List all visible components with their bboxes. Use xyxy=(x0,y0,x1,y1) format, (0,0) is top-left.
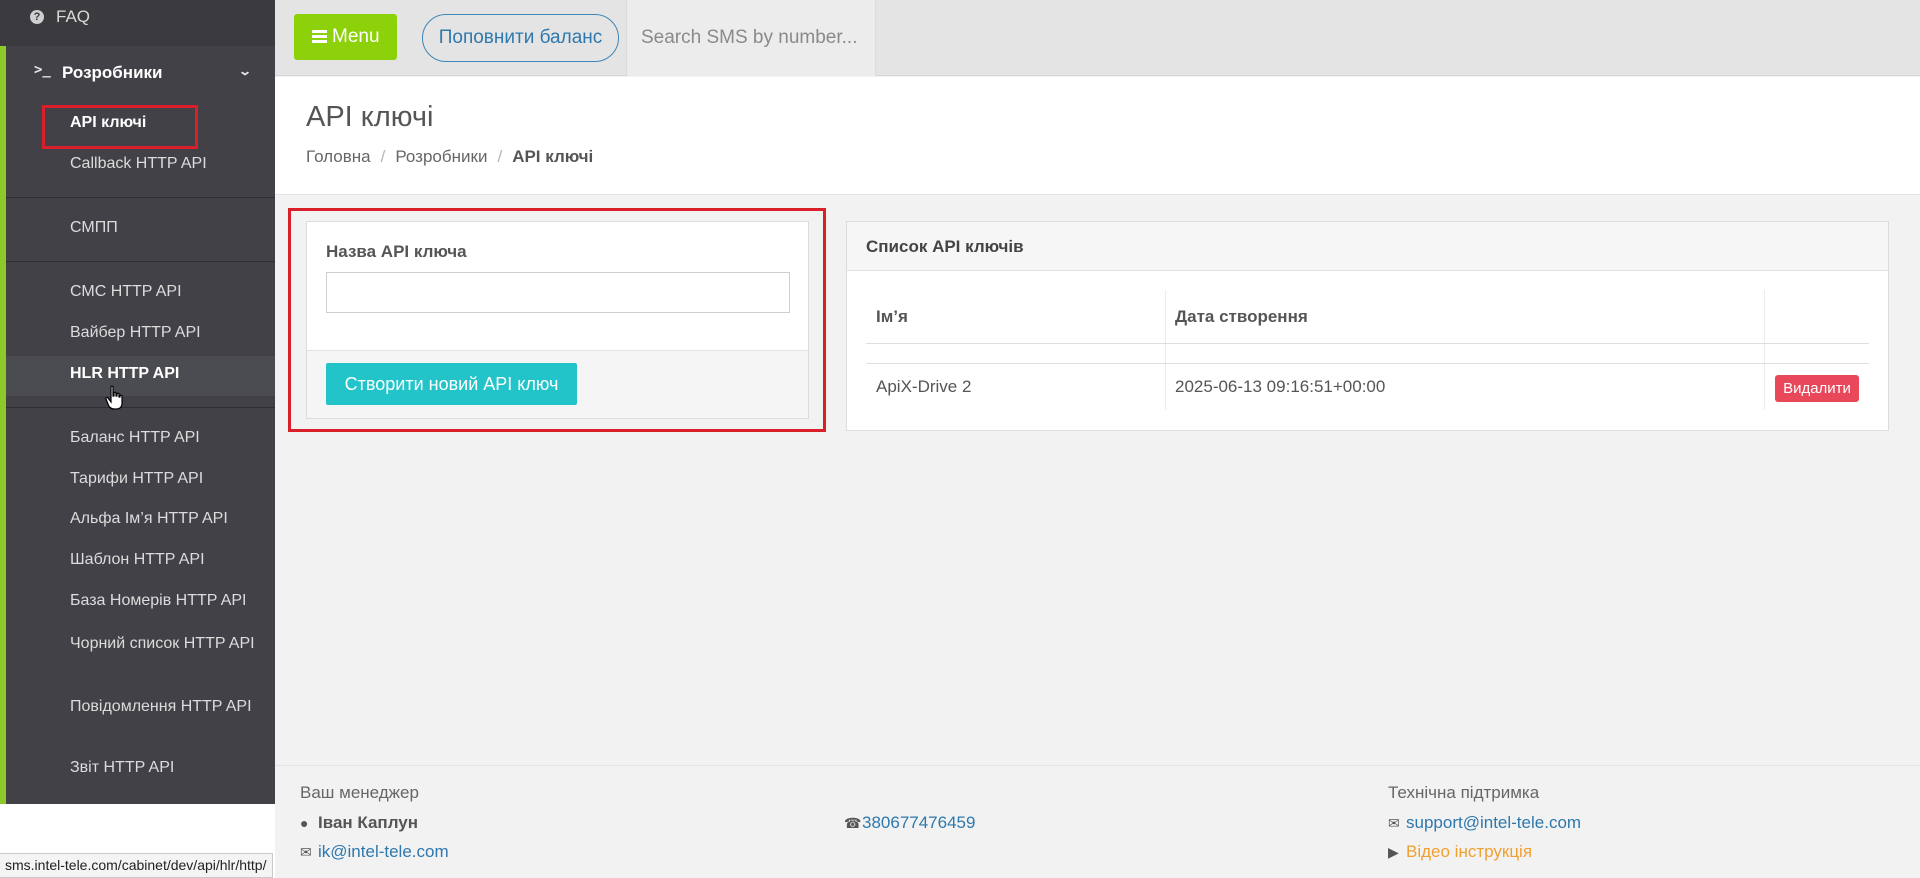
api-key-name-label: Назва API ключа xyxy=(326,242,467,261)
table-cell-created: 2025-06-13 09:16:51+00:00 xyxy=(1175,377,1386,396)
phone-icon: ☎ xyxy=(844,815,862,831)
video-row: ▶ Відео інструкція xyxy=(1388,842,1532,862)
support-email-row: ✉ support@intel-tele.com xyxy=(1388,813,1581,833)
create-api-key-panel: Назва API ключа Створити новий API ключ xyxy=(306,221,809,419)
top-up-balance-button[interactable]: Поповнити баланс xyxy=(422,14,619,62)
breadcrumb: Головна / Розробники / API ключі xyxy=(306,147,593,167)
hand-cursor-icon xyxy=(105,385,123,410)
table-row-border xyxy=(866,363,1869,364)
sidebar-item-faq[interactable]: ? FAQ xyxy=(0,0,275,40)
breadcrumb-current: API ключі xyxy=(512,147,594,166)
page-header: API ключі Головна / Розробники / API ключі xyxy=(275,77,1920,195)
sidebar-item-callback-http-api[interactable]: Callback HTTP API xyxy=(6,146,275,186)
chevron-down-icon: ⌄ xyxy=(237,64,253,78)
sms-search xyxy=(626,0,876,76)
api-keys-list-panel: Список API ключів Ім’я Дата створення Ap… xyxy=(846,221,1889,431)
sidebar-item-number-base-http-api[interactable]: База Номерів HTTP API xyxy=(6,583,275,623)
envelope-icon: ✉ xyxy=(300,844,312,860)
sidebar-item-template-http-api[interactable]: Шаблон HTTP API xyxy=(6,542,275,582)
panel-title: Список API ключів xyxy=(866,237,1024,256)
sidebar-divider xyxy=(6,261,275,262)
sidebar-item-smpp[interactable]: СМПП xyxy=(6,210,275,250)
terminal-icon: >_ xyxy=(34,62,51,78)
sidebar-item-report-http-api[interactable]: Звіт HTTP API xyxy=(6,750,275,790)
manager-name: Іван Каплун xyxy=(318,813,418,832)
breadcrumb-separator: / xyxy=(497,147,503,166)
menu-button-label: Menu xyxy=(332,26,380,47)
sidebar-group-header-developers[interactable]: >_ Розробники ⌄ xyxy=(6,60,275,90)
sidebar-item-blacklist-http-api[interactable]: Чорний список HTTP API xyxy=(6,629,275,677)
support-email-link[interactable]: support@intel-tele.com xyxy=(1406,813,1581,832)
bars-icon xyxy=(312,30,327,43)
column-divider xyxy=(1165,290,1166,410)
browser-status-bar: sms.intel-tele.com/cabinet/dev/api/hlr/h… xyxy=(0,853,274,878)
table-cell-name: ApiX-Drive 2 xyxy=(876,377,972,396)
breadcrumb-home[interactable]: Головна xyxy=(306,147,371,166)
manager-name-row: ● Іван Каплун xyxy=(300,813,418,833)
breadcrumb-developers[interactable]: Розробники xyxy=(395,147,487,166)
page-title: API ключі xyxy=(306,101,434,133)
delete-button[interactable]: Видалити xyxy=(1775,375,1859,402)
manager-phone-row: ☎380677476459 xyxy=(844,813,975,833)
user-icon: ● xyxy=(300,815,309,831)
panel-heading: Список API ключів xyxy=(847,222,1888,271)
sms-search-input[interactable] xyxy=(627,0,875,76)
youtube-icon: ▶ xyxy=(1388,844,1399,860)
sidebar-group-developers: >_ Розробники ⌄ API ключі Callback HTTP … xyxy=(0,46,275,804)
table-header-border xyxy=(866,343,1869,344)
create-api-key-button[interactable]: Створити новий API ключ xyxy=(326,363,577,405)
sidebar-item-tariffs-http-api[interactable]: Тарифи HTTP API xyxy=(6,461,275,501)
breadcrumb-separator: / xyxy=(380,147,386,166)
sidebar-item-messages-http-api[interactable]: Повідомлення HTTP API xyxy=(6,692,275,740)
menu-button[interactable]: Menu xyxy=(294,14,397,60)
envelope-icon: ✉ xyxy=(1388,815,1400,831)
create-panel-footer: Створити новий API ключ xyxy=(307,350,808,418)
sidebar-nav: ? FAQ >_ Розробники ⌄ API ключі Callback… xyxy=(0,0,275,804)
sidebar-divider xyxy=(6,197,275,198)
sidebar-item-alpha-name-http-api[interactable]: Альфа Ім’я HTTP API xyxy=(6,501,275,541)
sidebar-item-balance-http-api[interactable]: Баланс HTTP API xyxy=(6,420,275,460)
footer: Ваш менеджер ● Іван Каплун ✉ ik@intel-tele… xyxy=(275,765,1920,878)
sidebar-item-hlr-http-api[interactable]: HLR HTTP API xyxy=(6,356,275,396)
column-divider xyxy=(1764,290,1765,410)
question-circle-icon: ? xyxy=(30,10,44,24)
manager-email-link[interactable]: ik@intel-tele.com xyxy=(318,842,449,861)
api-key-name-input[interactable] xyxy=(326,272,790,313)
column-header-created: Дата створення xyxy=(1175,307,1308,326)
manager-email-row: ✉ ik@intel-tele.com xyxy=(300,842,449,862)
video-instruction-link[interactable]: Відео інструкція xyxy=(1406,842,1532,861)
column-header-name: Ім’я xyxy=(876,307,908,326)
manager-heading: Ваш менеджер xyxy=(300,783,419,802)
sidebar-divider xyxy=(6,407,275,408)
sidebar-item-sms-http-api[interactable]: СМС HTTP API xyxy=(6,274,275,314)
manager-phone-link[interactable]: 380677476459 xyxy=(862,813,975,832)
topbar: Menu Поповнити баланс xyxy=(275,0,1920,76)
support-heading: Технічна підтримка xyxy=(1388,783,1540,802)
sidebar-item-label: FAQ xyxy=(56,7,91,26)
sidebar-group-label: Розробники xyxy=(62,63,163,82)
sidebar-item-viber-http-api[interactable]: Вайбер HTTP API xyxy=(6,315,275,355)
highlight-box xyxy=(42,105,198,149)
sidebar: ? FAQ >_ Розробники ⌄ API ключі Callback… xyxy=(0,0,275,878)
